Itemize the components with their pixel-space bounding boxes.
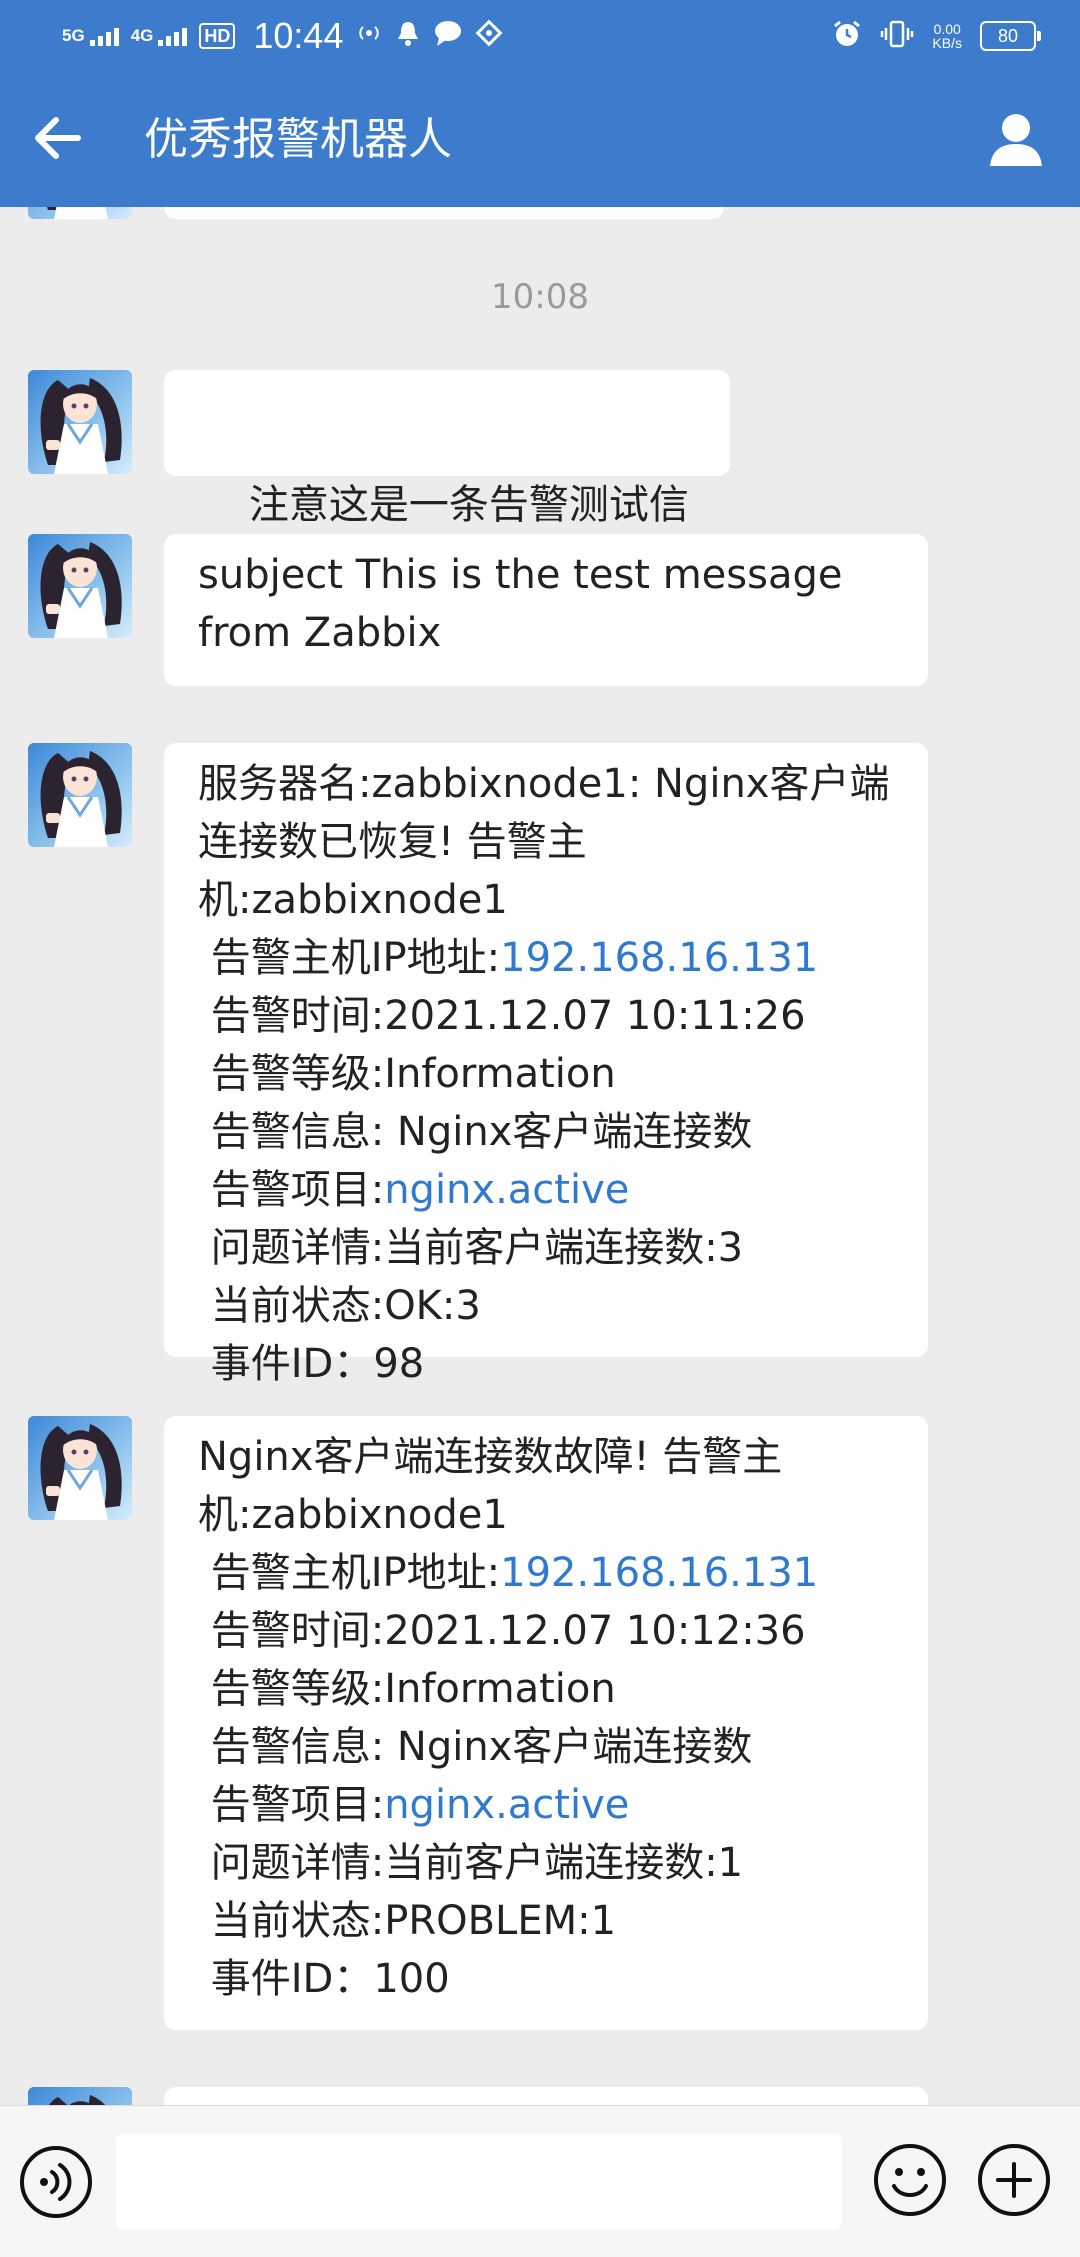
message-bubble[interactable] — [164, 2087, 928, 2105]
message-line: Nginx客户端连接数故障! 告警主 — [198, 1434, 783, 1480]
battery-level: 80 — [997, 25, 1019, 46]
message-line: 当前状态:PROBLEM:1 — [198, 1898, 617, 1944]
line-label: 告警项目: — [198, 1782, 385, 1828]
hd-voice-badge: HD — [199, 23, 236, 49]
line-label: 告警主机IP地址: — [198, 1550, 501, 1596]
message-line: 当前状态:OK:3 — [198, 1283, 481, 1329]
message-line: 告警等级:Information — [198, 1666, 616, 1712]
plus-icon — [978, 2144, 1050, 2216]
item-link[interactable]: nginx.active — [384, 1167, 629, 1213]
status-left: 5G 4G HD 10:44 — [62, 14, 503, 58]
arrow-left-icon — [35, 117, 81, 159]
message-line: 告警等级:Information — [198, 1051, 616, 1097]
avatar[interactable] — [28, 1416, 132, 1520]
bell-icon — [395, 19, 421, 54]
diamond-app-icon — [475, 19, 503, 54]
avatar[interactable] — [28, 370, 132, 474]
battery-icon: 80 — [980, 21, 1041, 51]
message-line: 告警项目:nginx.active — [198, 1161, 894, 1219]
message-line: 告警时间:2021.12.07 10:12:36 — [198, 1608, 806, 1654]
message-bubble[interactable]: Nginx客户端连接数故障! 告警主 机:zabbixnode1 告警主机IP地址… — [164, 1416, 928, 2030]
avatar[interactable] — [28, 534, 132, 638]
avatar[interactable] — [28, 2087, 132, 2105]
smile-icon — [874, 2144, 946, 2216]
page-title: 优秀报警机器人 — [144, 114, 452, 165]
vibrate-icon — [880, 19, 914, 54]
net-speed: 0.00 KB/s — [932, 22, 962, 50]
line-label: 告警项目: — [198, 1167, 385, 1213]
message-bubble[interactable] — [164, 207, 724, 219]
message-line: 告警项目:nginx.active — [198, 1776, 894, 1834]
ip-link[interactable]: 192.168.16.131 — [500, 1550, 818, 1596]
message-line: 告警主机IP地址:192.168.16.131 — [198, 929, 894, 987]
alarm-icon — [832, 19, 862, 54]
message-line: 告警主机IP地址:192.168.16.131 — [198, 1544, 894, 1602]
status-right: 0.00 KB/s 80 — [832, 14, 1041, 58]
signal-5g-icon: 5G — [62, 26, 119, 46]
voice-button[interactable] — [18, 2144, 94, 2220]
hotspot-icon — [355, 19, 383, 54]
voice-icon — [20, 2146, 92, 2218]
message-text: subject This is the test message from Za… — [198, 552, 843, 656]
message-line: 机:zabbixnode1 — [198, 1492, 508, 1538]
message-line: 事件ID：98 — [198, 1341, 425, 1387]
back-button[interactable] — [30, 110, 86, 166]
message-bubble[interactable]: 注意这是一条告警测试信息 — [164, 370, 730, 610]
signal-5g-label: 5G — [62, 26, 85, 45]
message-line: 告警时间:2021.12.07 10:11:26 — [198, 993, 806, 1039]
message-line: 告警信息: Nginx客户端连接数 — [198, 1109, 753, 1155]
item-link[interactable]: nginx.active — [384, 1782, 629, 1828]
message-line: 问题详情:当前客户端连接数:3 — [198, 1225, 744, 1271]
profile-button[interactable] — [984, 108, 1048, 172]
avatar[interactable] — [28, 743, 132, 847]
more-button[interactable] — [976, 2142, 1052, 2218]
signal-4g-label: 4G — [130, 26, 154, 45]
net-speed-value: 0.00 — [933, 21, 961, 37]
signal-4g-icon: 4G — [131, 26, 188, 46]
input-bar — [0, 2105, 1080, 2257]
chat-timestamp: 10:08 — [491, 277, 589, 317]
chat-area[interactable]: 10:08 注意这是一条告警测试信息 subject This is the t… — [0, 207, 1080, 2105]
message-input[interactable] — [116, 2134, 842, 2230]
message-line: 问题详情:当前客户端连接数:1 — [198, 1840, 744, 1886]
avatar[interactable] — [28, 207, 132, 219]
chat-bubble-icon — [433, 19, 463, 54]
message-line: 告警信息: Nginx客户端连接数 — [198, 1724, 753, 1770]
status-bar: 5G 4G HD 10:44 0.00 KB/s 80 — [0, 0, 1080, 72]
emoji-button[interactable] — [872, 2142, 948, 2218]
message-line: 事件ID：100 — [198, 1956, 450, 2002]
line-label: 告警主机IP地址: — [198, 935, 501, 981]
message-line: 连接数已恢复! 告警主机:zabbixnode1 — [198, 819, 587, 923]
net-speed-unit: KB/s — [932, 35, 962, 51]
app-header: 5G 4G HD 10:44 0.00 KB/s 80 优秀报警机器人 — [0, 0, 1080, 207]
status-time: 10:44 — [253, 15, 344, 56]
person-icon — [990, 114, 1042, 166]
message-line: 服务器名:zabbixnode1: Nginx客户端 — [198, 761, 890, 807]
message-bubble[interactable]: 服务器名:zabbixnode1: Nginx客户端连接数已恢复! 告警主机:z… — [164, 743, 928, 1387]
message-bubble[interactable]: subject This is the test message from Za… — [164, 534, 928, 686]
ip-link[interactable]: 192.168.16.131 — [500, 935, 818, 981]
